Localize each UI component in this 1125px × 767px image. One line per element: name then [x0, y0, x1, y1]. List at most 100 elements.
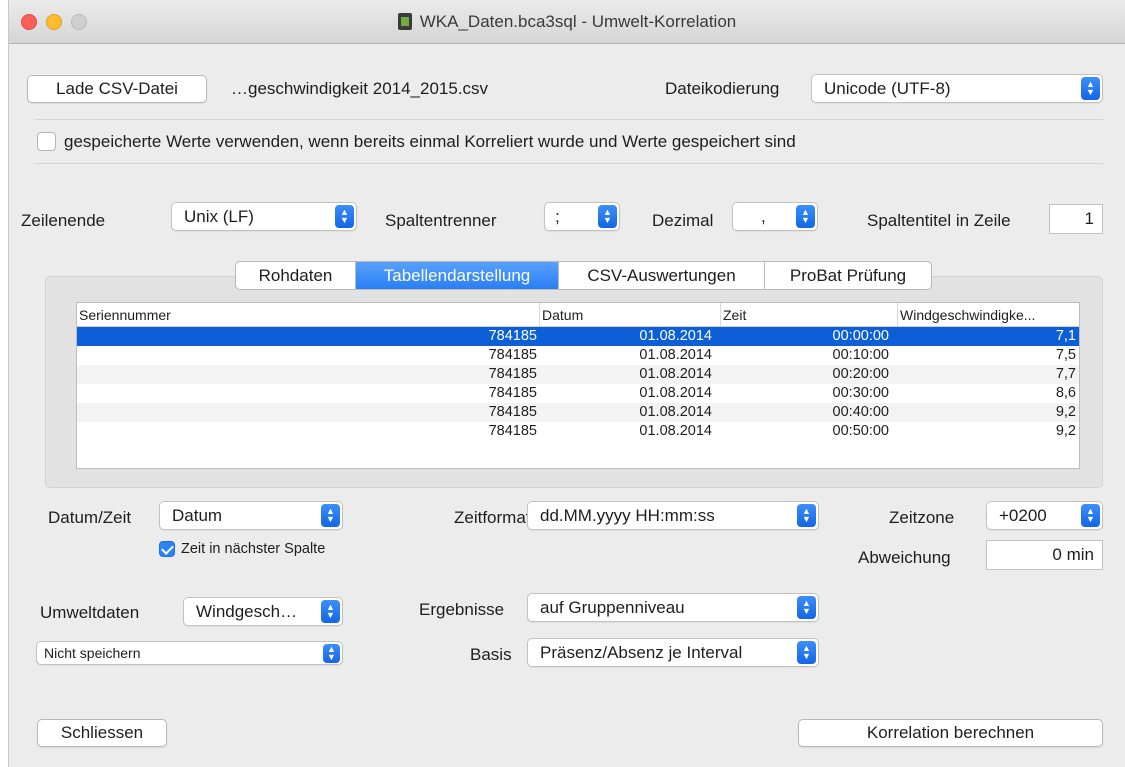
column-header-seriennummer[interactable]: Seriennummer	[77, 303, 540, 326]
title-bar: WKA_Daten.bca3sql - Umwelt-Korrelation	[9, 0, 1125, 44]
line-end-select[interactable]: Unix (LF) ▲ ▼	[171, 202, 357, 231]
line-end-label: Zeilenende	[21, 211, 106, 230]
chevron-updown-icon: ▲ ▼	[1081, 504, 1100, 527]
results-value: auf Gruppenniveau	[540, 598, 685, 617]
tab-tabellendarstellung[interactable]: Tabellendarstellung	[356, 262, 559, 289]
basis-select[interactable]: Präsenz/Absenz je Interval ▲ ▼	[527, 638, 819, 667]
table-cell: 784185	[488, 385, 537, 401]
time-format-label: Zeitformat	[454, 508, 531, 527]
table-cell: 00:30:00	[832, 385, 889, 401]
chevron-updown-icon: ▲ ▼	[335, 205, 354, 228]
chevron-updown-icon: ▲ ▼	[1081, 77, 1100, 100]
header-row-field[interactable]: 1	[1049, 204, 1103, 234]
table-cell: 00:40:00	[832, 404, 889, 420]
window-title: WKA_Daten.bca3sql - Umwelt-Korrelation	[419, 12, 737, 31]
column-header-zeit[interactable]: Zeit	[721, 303, 898, 326]
table-cell: 01.08.2014	[639, 385, 712, 401]
tab-probat-pruefung[interactable]: ProBat Prüfung	[765, 262, 931, 289]
divider	[35, 119, 1103, 120]
save-option-value: Nicht speichern	[44, 645, 141, 661]
datetime-value: Datum	[172, 506, 223, 525]
timezone-label: Zeitzone	[889, 508, 955, 527]
datetime-label: Datum/Zeit	[48, 508, 132, 527]
column-separator-value: ;	[555, 207, 560, 226]
chevron-updown-icon: ▲ ▼	[797, 504, 816, 527]
table-cell: 00:50:00	[832, 423, 889, 439]
time-next-column-label: Zeit in nächster Spalte	[181, 541, 326, 557]
chevron-updown-icon: ▲ ▼	[797, 641, 816, 664]
basis-label: Basis	[470, 645, 512, 664]
table-row[interactable]: 784185 01.08.2014 00:30:00 8,6	[77, 384, 1079, 403]
table-row[interactable]: 784185 01.08.2014 00:50:00 9,2	[77, 422, 1079, 441]
use-saved-label: gespeicherte Werte verwenden, wenn berei…	[64, 132, 796, 151]
chevron-updown-icon: ▲ ▼	[321, 600, 340, 623]
header-row-label: Spaltentitel in Zeile	[867, 211, 1011, 230]
environment-data-label: Umweltdaten	[40, 603, 140, 622]
close-button[interactable]: Schliessen	[37, 719, 167, 747]
table-row[interactable]: 784185 01.08.2014 00:40:00 9,2	[77, 403, 1079, 422]
table-row[interactable]: 784185 01.08.2014 00:10:00 7,5	[77, 346, 1079, 365]
line-end-value: Unix (LF)	[184, 207, 254, 226]
column-header-datum[interactable]: Datum	[540, 303, 721, 326]
timezone-select[interactable]: +0200 ▲ ▼	[986, 501, 1103, 530]
table-cell: 01.08.2014	[639, 328, 712, 344]
table-cell: 01.08.2014	[639, 347, 712, 363]
chevron-updown-icon: ▲ ▼	[323, 644, 340, 663]
table-cell: 9,2	[1055, 423, 1076, 439]
tab-bar: Rohdaten Tabellendarstellung CSV-Auswert…	[235, 261, 932, 290]
chevron-updown-icon: ▲ ▼	[796, 205, 815, 228]
use-saved-checkbox[interactable]	[37, 132, 56, 151]
decimal-value: ,	[761, 207, 766, 226]
basis-value: Präsenz/Absenz je Interval	[540, 643, 743, 662]
timezone-value: +0200	[999, 506, 1047, 525]
table-cell: 9,2	[1055, 404, 1076, 420]
encoding-select[interactable]: Unicode (UTF-8) ▲ ▼	[811, 74, 1103, 103]
document-icon	[397, 13, 412, 30]
column-separator-select[interactable]: ; ▲ ▼	[544, 202, 620, 231]
tab-rohdaten[interactable]: Rohdaten	[236, 262, 356, 289]
chevron-updown-icon: ▲ ▼	[797, 596, 816, 619]
load-csv-button[interactable]: Lade CSV-Datei	[27, 75, 207, 103]
table-row[interactable]: 784185 01.08.2014 00:00:00 7,1	[77, 327, 1079, 346]
filename-label: …geschwindigkeit 2014_2015.csv	[231, 79, 489, 98]
table-cell: 01.08.2014	[639, 423, 712, 439]
table-header: Seriennummer Datum Zeit Windgeschwindigk…	[77, 303, 1079, 327]
decimal-select[interactable]: , ▲ ▼	[732, 202, 818, 231]
column-header-windgeschwindigkeit[interactable]: Windgeschwindigke...	[898, 303, 1079, 326]
table-cell: 00:20:00	[832, 366, 889, 382]
table-cell: 784185	[488, 347, 537, 363]
compute-correlation-button[interactable]: Korrelation berechnen	[798, 719, 1103, 747]
table-cell: 01.08.2014	[639, 404, 712, 420]
deviation-label: Abweichung	[858, 548, 951, 567]
chevron-updown-icon: ▲ ▼	[321, 504, 340, 527]
table-cell: 00:00:00	[832, 328, 889, 344]
table-cell: 784185	[488, 366, 537, 382]
table-cell: 8,6	[1055, 385, 1076, 401]
time-next-column-checkbox[interactable]	[159, 541, 175, 557]
tab-csv-auswertungen[interactable]: CSV-Auswertungen	[559, 262, 765, 289]
window-title-wrap: WKA_Daten.bca3sql - Umwelt-Korrelation	[9, 12, 1125, 32]
decimal-label: Dezimal	[652, 211, 714, 230]
table-cell: 01.08.2014	[639, 366, 712, 382]
environment-data-value: Windgesch…	[196, 602, 298, 621]
dialog-window: WKA_Daten.bca3sql - Umwelt-Korrelation L…	[8, 0, 1125, 767]
table-cell: 784185	[488, 328, 537, 344]
divider	[35, 163, 1103, 164]
table-row[interactable]: 784185 01.08.2014 00:20:00 7,7	[77, 365, 1079, 384]
table-cell: 7,7	[1055, 366, 1076, 382]
table-cell: 784185	[488, 423, 537, 439]
table-cell: 784185	[488, 404, 537, 420]
environment-data-select[interactable]: Windgesch… ▲ ▼	[183, 597, 343, 626]
save-option-select[interactable]: Nicht speichern ▲ ▼	[36, 641, 343, 665]
data-table[interactable]: Seriennummer Datum Zeit Windgeschwindigk…	[76, 302, 1080, 469]
time-format-select[interactable]: dd.MM.yyyy HH:mm:ss ▲ ▼	[527, 501, 819, 530]
datetime-select[interactable]: Datum ▲ ▼	[159, 501, 343, 530]
table-cell: 00:10:00	[832, 347, 889, 363]
results-select[interactable]: auf Gruppenniveau ▲ ▼	[527, 593, 819, 622]
chevron-updown-icon: ▲ ▼	[598, 205, 617, 228]
encoding-label: Dateikodierung	[665, 79, 780, 98]
encoding-value: Unicode (UTF-8)	[824, 79, 951, 98]
deviation-field[interactable]: 0 min	[986, 540, 1103, 570]
table-cell: 7,1	[1055, 328, 1076, 344]
time-format-value: dd.MM.yyyy HH:mm:ss	[540, 506, 715, 525]
